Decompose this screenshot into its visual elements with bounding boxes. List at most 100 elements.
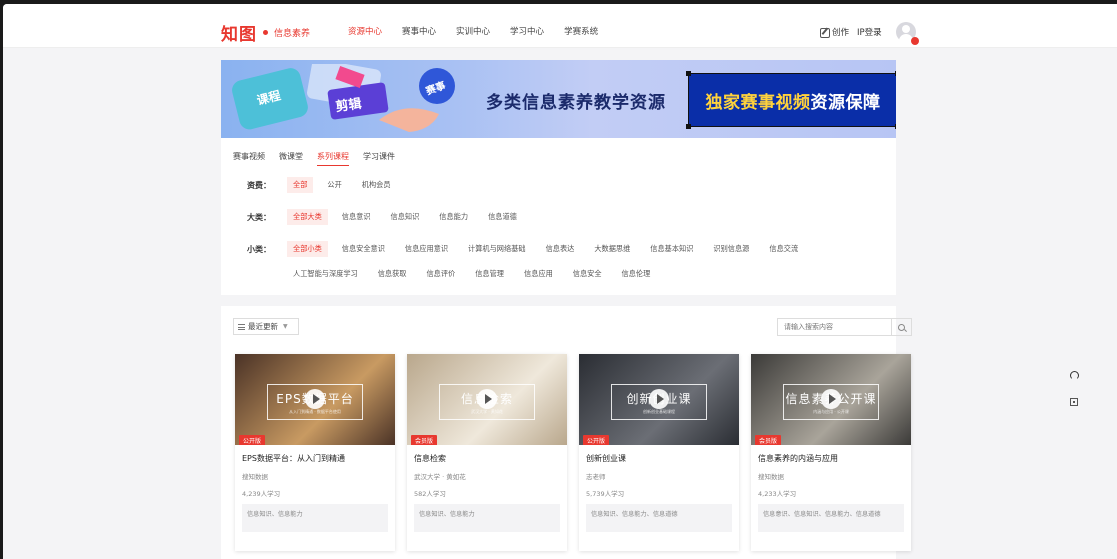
card-body: 创新创业课 志老师 5,739人学习 信息知识、信息能力、信息道德 bbox=[579, 445, 739, 538]
filter-options: 全部小类 信息安全意识 信息应用意识 计算机与网络基础 信息表达 大数据思维 信息基本知识识… bbox=[287, 241, 887, 282]
tab[interactable]: 微课堂 bbox=[279, 151, 303, 166]
thumbnail-subtitle: 武汉大学 · 黄如花 bbox=[471, 408, 503, 414]
course-tags: 信息知识、信息能力、信息道德 bbox=[586, 504, 732, 532]
filter-option[interactable]: 信息安全 bbox=[567, 266, 608, 282]
filter-option[interactable]: 信息意识 bbox=[336, 209, 377, 225]
course-card[interactable]: EPS数据平台从入门到精通 · 数据平台使用公开版EPS数据平台：从入门到精通搜… bbox=[235, 354, 395, 551]
filter-options: 全部 公开 机构会员 bbox=[287, 177, 887, 193]
nav-link[interactable]: 学习中心 bbox=[510, 25, 544, 37]
search-box bbox=[777, 318, 912, 336]
filter-option[interactable]: 信息应用意识 bbox=[399, 241, 454, 257]
sort-label: 最近更新 bbox=[248, 322, 278, 331]
filter-option[interactable]: 信息管理 bbox=[469, 266, 510, 282]
filter-option[interactable]: 机构会员 bbox=[356, 177, 397, 193]
filter-option[interactable]: 信息伦理 bbox=[616, 266, 657, 282]
course-card[interactable]: 创新创业课 创新创业基础课程公开版创新创业课志老师 5,739人学习信息知识、信息能… bbox=[579, 354, 739, 551]
course-card[interactable]: 信息素养公开课内涵与应用 · 公开课会员版信息素养的内涵与应用搜知数据4,233… bbox=[751, 354, 911, 551]
notification-badge bbox=[910, 37, 919, 45]
create-button[interactable]: 创作 bbox=[820, 26, 849, 38]
customer-service-button[interactable] bbox=[1067, 368, 1081, 382]
filter-options: 全部大类 信息意识 信息知识 信息能力 信息道德 bbox=[287, 209, 887, 225]
course-tags: 信息知识、信息能力 bbox=[242, 504, 388, 532]
sort-dropdown[interactable]: 最近更新 ▼ bbox=[233, 318, 299, 335]
filter-option[interactable]: 全部大类 bbox=[287, 209, 328, 225]
filter-option[interactable]: 信息能力 bbox=[433, 209, 474, 225]
qr-code-button[interactable] bbox=[1067, 395, 1081, 409]
tab[interactable]: 学习课件 bbox=[363, 151, 395, 166]
course-author: 武汉大学 · 黄如花 bbox=[414, 473, 466, 481]
filter-option[interactable]: 信息表达 bbox=[540, 241, 581, 257]
learner-count: 4,239人学习 bbox=[242, 490, 281, 498]
corner-handle bbox=[686, 124, 691, 129]
tab[interactable]: 系列课程 bbox=[317, 151, 349, 166]
access-badge: 会员版 bbox=[755, 435, 782, 445]
filter-row: 小类： 全部小类 信息安全意识 信息应用意识 计算机与网络基础 信息表达 大数据思维 信息基本… bbox=[247, 241, 887, 282]
course-title[interactable]: EPS数据平台：从入门到精通 bbox=[242, 453, 388, 464]
course-title[interactable]: 信息检索 bbox=[414, 453, 560, 464]
filter-row: 大类： 全部大类 信息意识 信息知识 信息能力 信息道德 bbox=[247, 209, 887, 225]
course-author: 搜知数据 bbox=[242, 473, 268, 481]
banner-callout-rest: 资源保障 bbox=[810, 92, 881, 113]
filter-label: 大类： bbox=[247, 213, 271, 222]
filter-option[interactable]: 信息交流 bbox=[763, 241, 804, 257]
filter-option[interactable]: 信息获取 bbox=[372, 266, 413, 282]
banner-illustration: 课程 剪辑 赛事 bbox=[232, 64, 455, 132]
filter-option[interactable]: 信息道德 bbox=[482, 209, 523, 225]
nav-link[interactable]: 实训中心 bbox=[456, 25, 490, 37]
course-grid: EPS数据平台从入门到精通 · 数据平台使用公开版EPS数据平台：从入门到精通搜… bbox=[235, 354, 911, 551]
app-window: 知图 信息素养 资源中心 赛事中心 实训中心 学习中心 学赛系统 创作 IP登录 课程 … bbox=[3, 4, 1117, 559]
search-icon bbox=[898, 323, 906, 331]
top-nav: 知图 信息素养 资源中心 赛事中心 实训中心 学习中心 学赛系统 创作 IP登录 bbox=[3, 4, 1117, 48]
course-thumbnail: EPS数据平台从入门到精通 · 数据平台使用公开版 bbox=[235, 354, 395, 445]
filter-option[interactable]: 信息安全意识 bbox=[336, 241, 391, 257]
filter-option[interactable]: 大数据思维 bbox=[588, 241, 636, 257]
logo-dot bbox=[263, 30, 268, 35]
course-card[interactable]: 信息检索武汉大学 · 黄如花会员版信息检索武汉大学 · 黄如花582人学习信息知… bbox=[407, 354, 567, 551]
card-body: EPS数据平台：从入门到精通 搜知数据 4,239人学习信息知识、信息能力 bbox=[235, 445, 395, 538]
nav-link[interactable]: 学赛系统 bbox=[564, 25, 598, 37]
course-thumbnail: 信息检索武汉大学 · 黄如花会员版 bbox=[407, 354, 567, 445]
promo-banner[interactable]: 课程 剪辑 赛事 多类信息素养教学资源 独家赛事视频资源保障 bbox=[221, 60, 896, 138]
list-icon bbox=[238, 323, 245, 330]
filter-label: 资费： bbox=[247, 181, 271, 190]
filter-option[interactable]: 识别信息源 bbox=[707, 241, 755, 257]
ip-login-link[interactable]: IP登录 bbox=[857, 26, 882, 38]
filter-option[interactable]: 公开 bbox=[321, 177, 347, 193]
nav-link[interactable]: 资源中心 bbox=[348, 25, 382, 37]
nav-link[interactable]: 赛事中心 bbox=[402, 25, 436, 37]
banner-callout-highlight: 独家赛事视频 bbox=[705, 92, 811, 113]
course-author: 搜知数据 bbox=[758, 473, 784, 481]
headset-icon bbox=[1069, 370, 1079, 380]
play-icon[interactable] bbox=[821, 389, 841, 409]
chevron-down-icon: ▼ bbox=[283, 323, 288, 330]
filter-option[interactable]: 全部小类 bbox=[287, 241, 328, 257]
access-badge: 会员版 bbox=[411, 435, 438, 445]
filter-option[interactable]: 信息评价 bbox=[420, 266, 461, 282]
edit-icon bbox=[820, 27, 830, 38]
search-button[interactable] bbox=[891, 319, 911, 335]
logo-subtitle: 信息素养 bbox=[274, 29, 311, 39]
thumbnail-subtitle: 从入门到精通 · 数据平台使用 bbox=[289, 408, 341, 414]
course-title[interactable]: 信息素养的内涵与应用 bbox=[758, 453, 904, 464]
qr-code-icon bbox=[1070, 398, 1078, 406]
course-title[interactable]: 创新创业课 bbox=[586, 453, 732, 464]
avatar[interactable] bbox=[895, 22, 919, 45]
filter-row: 资费： 全部 公开 机构会员 bbox=[247, 177, 887, 193]
play-icon[interactable] bbox=[649, 389, 669, 409]
filter-option[interactable]: 信息应用 bbox=[518, 266, 559, 282]
access-badge: 公开版 bbox=[583, 435, 610, 445]
play-icon[interactable] bbox=[305, 389, 325, 409]
banner-headline: 多类信息素养教学资源 bbox=[486, 93, 666, 113]
filter-option[interactable]: 计算机与网络基础 bbox=[462, 241, 532, 257]
filter-option[interactable]: 全部 bbox=[287, 177, 314, 193]
filter-option[interactable]: 信息知识 bbox=[385, 209, 426, 225]
filter-panel: 赛事视频 微课堂 系列课程 学习课件 资费： 全部 公开 机构会员 大类： 全部大类 信息意识 信息… bbox=[221, 138, 896, 295]
play-icon[interactable] bbox=[477, 389, 497, 409]
card-body: 信息素养的内涵与应用 搜知数据 4,233人学习 信息意识、信息知识、信息能力、信息道… bbox=[751, 445, 911, 538]
search-input[interactable] bbox=[778, 319, 892, 335]
floating-actions bbox=[1067, 368, 1081, 409]
filter-option[interactable]: 信息基本知识 bbox=[644, 241, 699, 257]
logo[interactable]: 知图 信息素养 bbox=[221, 20, 310, 45]
filter-option[interactable]: 人工智能与深度学习 bbox=[287, 266, 364, 282]
tab[interactable]: 赛事视频 bbox=[233, 151, 265, 166]
